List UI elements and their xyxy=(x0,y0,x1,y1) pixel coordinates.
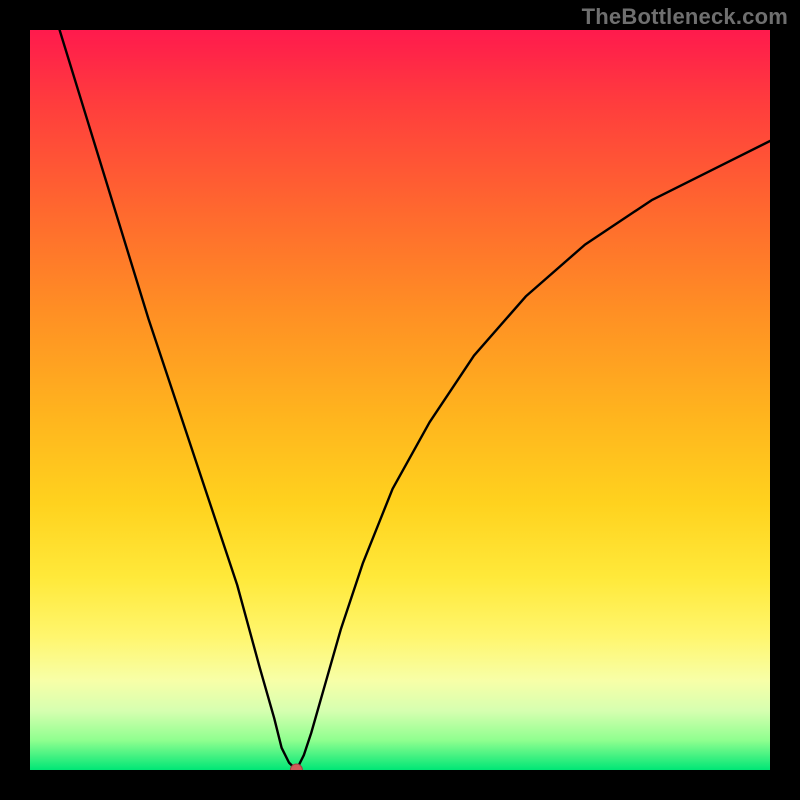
curve-left-branch xyxy=(60,30,297,770)
chart-plot-area xyxy=(30,30,770,770)
chart-page: TheBottleneck.com xyxy=(0,0,800,800)
chart-svg xyxy=(30,30,770,770)
curve-right-branch xyxy=(296,141,770,770)
attribution-text: TheBottleneck.com xyxy=(582,4,788,30)
